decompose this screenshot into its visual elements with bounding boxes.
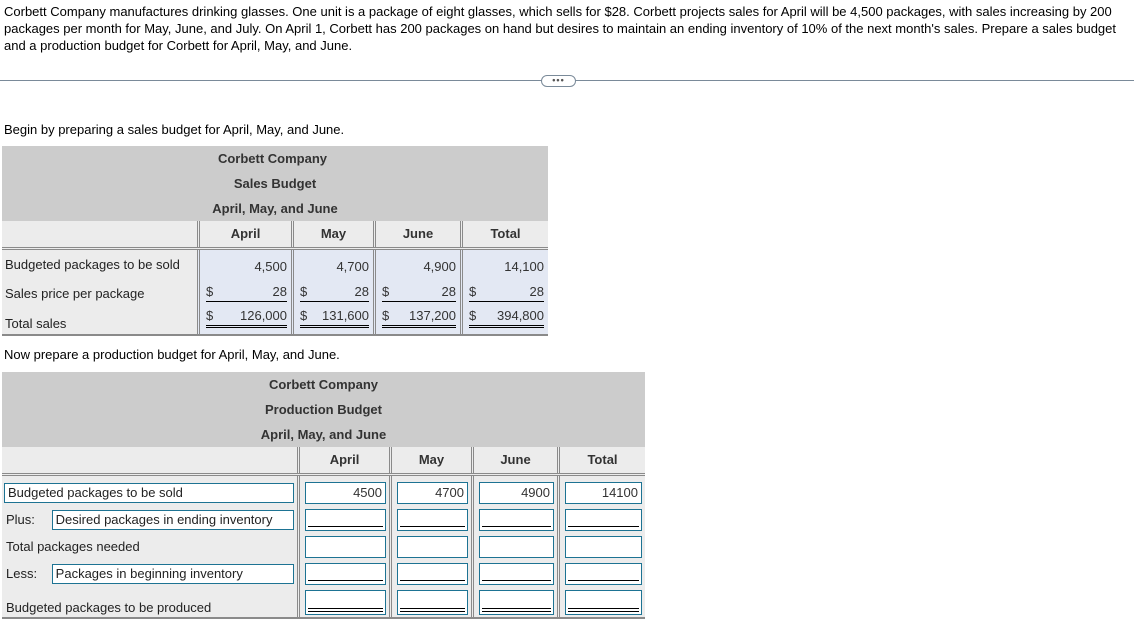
cell-value: 126,000 bbox=[240, 308, 287, 323]
may-packages-sold-input[interactable]: 4700 bbox=[397, 481, 468, 504]
april-beginning-inventory-input[interactable] bbox=[305, 562, 386, 585]
dollar-sign: $ bbox=[382, 308, 390, 323]
dollar-sign: $ bbox=[206, 284, 214, 299]
sales-instruction: Begin by preparing a sales budget for Ap… bbox=[4, 122, 345, 137]
plus-label: Plus: bbox=[6, 512, 35, 527]
may-beginning-inventory-input[interactable] bbox=[397, 562, 468, 585]
production-instruction: Now prepare a production budget for Apri… bbox=[4, 347, 340, 362]
row-label-sales-price: Sales price per package bbox=[5, 286, 145, 301]
budget-title: Sales Budget bbox=[233, 176, 317, 191]
column-total: Total bbox=[557, 447, 645, 473]
cell-value: 28 bbox=[354, 284, 369, 299]
column-april: April bbox=[197, 221, 291, 247]
sales-column-headers: April May June Total bbox=[2, 221, 548, 250]
april-packages-sold-input[interactable]: 4500 bbox=[305, 481, 386, 504]
cell-value: 394,800 bbox=[497, 308, 544, 323]
april-ending-inventory-input[interactable] bbox=[305, 508, 386, 531]
company-name: Corbett Company bbox=[268, 377, 379, 392]
sales-col-april: 4,500 $28 $126,000 bbox=[197, 250, 291, 334]
sales-col-total: 14,100 $28 $394,800 bbox=[460, 250, 548, 334]
production-budget-header: Corbett Company Production Budget April,… bbox=[2, 372, 645, 447]
packages-produced-label: Budgeted packages to be produced bbox=[6, 600, 212, 615]
production-col-june: 4900 bbox=[471, 476, 557, 617]
budget-period: April, May, and June bbox=[212, 201, 338, 216]
production-col-may: 4700 bbox=[389, 476, 471, 617]
row-packages-sold: Budgeted packages to be sold bbox=[4, 479, 294, 506]
production-budget-table: Corbett Company Production Budget April,… bbox=[2, 372, 645, 619]
dollar-sign: $ bbox=[469, 284, 477, 299]
column-april: April bbox=[297, 447, 389, 473]
more-icon: ••• bbox=[552, 74, 565, 85]
total-packages-sold-input[interactable]: 14100 bbox=[565, 481, 642, 504]
row-label-total-sales: Total sales bbox=[5, 316, 67, 331]
june-packages-sold-input[interactable]: 4900 bbox=[479, 481, 554, 504]
row-packages-produced: Budgeted packages to be produced bbox=[4, 587, 294, 617]
april-packages-produced-input[interactable] bbox=[305, 589, 386, 615]
row-total-needed: Total packages needed bbox=[4, 533, 294, 560]
total-packages-produced-input[interactable] bbox=[565, 589, 642, 615]
cell-value: 14,100 bbox=[504, 259, 544, 274]
june-beginning-inventory-input[interactable] bbox=[479, 562, 554, 585]
total-total-needed-input[interactable] bbox=[565, 535, 642, 558]
june-total-needed-input[interactable] bbox=[479, 535, 554, 558]
april-total-needed-input[interactable] bbox=[305, 535, 386, 558]
production-col-april: 4500 bbox=[297, 476, 389, 617]
beginning-inventory-label-field[interactable]: Packages in beginning inventory bbox=[51, 563, 294, 584]
total-needed-label: Total packages needed bbox=[6, 539, 140, 554]
row-beginning-inventory: Less: Packages in beginning inventory bbox=[4, 560, 294, 587]
column-total: Total bbox=[460, 221, 548, 247]
cell-value: 137,200 bbox=[409, 308, 456, 323]
total-ending-inventory-input[interactable] bbox=[565, 508, 642, 531]
budget-period: April, May, and June bbox=[260, 427, 387, 442]
dollar-sign: $ bbox=[300, 284, 308, 299]
column-may: May bbox=[389, 447, 471, 473]
sales-col-june: 4,900 $28 $137,200 bbox=[373, 250, 460, 334]
budget-title: Production Budget bbox=[265, 402, 382, 417]
ending-inventory-label-field[interactable]: Desired packages in ending inventory bbox=[51, 509, 294, 530]
cell-value: 4,900 bbox=[423, 259, 456, 274]
sales-budget-header: Corbett Company Sales Budget April, May,… bbox=[2, 146, 548, 221]
june-packages-produced-input[interactable] bbox=[479, 589, 554, 615]
row-ending-inventory: Plus: Desired packages in ending invento… bbox=[4, 506, 294, 533]
less-label: Less: bbox=[6, 566, 38, 581]
sales-budget-table: Corbett Company Sales Budget April, May,… bbox=[2, 146, 548, 336]
cell-value: 28 bbox=[441, 284, 456, 299]
column-may: May bbox=[291, 221, 373, 247]
cell-value: 28 bbox=[529, 284, 544, 299]
row-label-packages-sold: Budgeted packages to be sold bbox=[5, 257, 180, 272]
cell-value: 4,500 bbox=[254, 259, 287, 274]
production-column-headers: April May June Total bbox=[2, 447, 645, 476]
company-name: Corbett Company bbox=[217, 151, 328, 166]
column-june: June bbox=[471, 447, 557, 473]
problem-statement: Corbett Company manufactures drinking gl… bbox=[4, 4, 1117, 53]
dollar-sign: $ bbox=[300, 308, 308, 323]
cell-value: 131,600 bbox=[322, 308, 369, 323]
column-june: June bbox=[373, 221, 460, 247]
may-packages-produced-input[interactable] bbox=[397, 589, 468, 615]
cell-value: 4,700 bbox=[336, 259, 369, 274]
may-ending-inventory-input[interactable] bbox=[397, 508, 468, 531]
may-total-needed-input[interactable] bbox=[397, 535, 468, 558]
expand-button[interactable]: ••• bbox=[541, 75, 576, 87]
june-ending-inventory-input[interactable] bbox=[479, 508, 554, 531]
packages-sold-label-field[interactable]: Budgeted packages to be sold bbox=[4, 482, 294, 503]
cell-value: 28 bbox=[272, 284, 287, 299]
production-col-total: 14100 bbox=[557, 476, 645, 617]
dollar-sign: $ bbox=[469, 308, 477, 323]
dollar-sign: $ bbox=[382, 284, 390, 299]
dollar-sign: $ bbox=[206, 308, 214, 323]
total-beginning-inventory-input[interactable] bbox=[565, 562, 642, 585]
sales-col-may: 4,700 $28 $131,600 bbox=[291, 250, 373, 334]
